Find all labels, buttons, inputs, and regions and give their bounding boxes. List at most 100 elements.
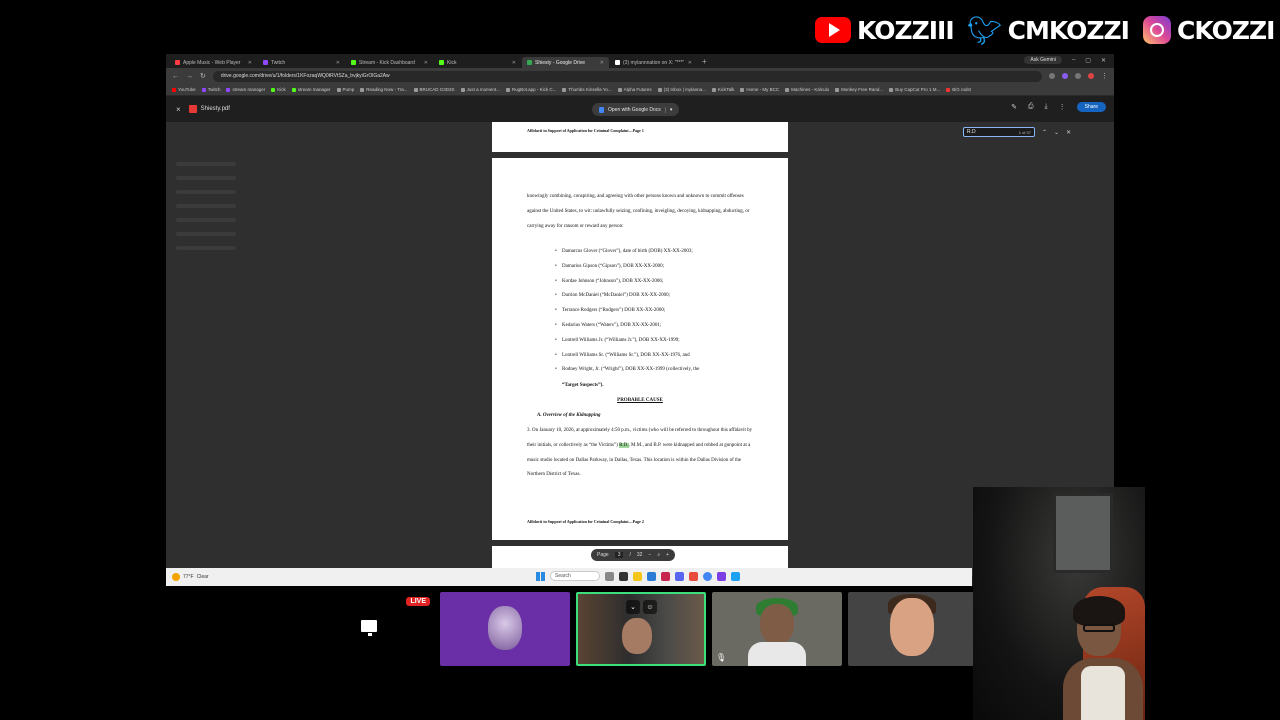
find-input[interactable]: R.D 1 of 37 [963, 127, 1035, 137]
bookmark-item[interactable]: Machines - Kalculo [785, 87, 829, 92]
tab-google-drive[interactable]: Shiesty - Google Drive ✕ [522, 57, 609, 68]
bookmark-item[interactable]: Just a moment... [460, 87, 500, 92]
app-icon[interactable] [717, 571, 726, 581]
maximize-icon[interactable]: ▢ [1085, 57, 1091, 64]
forward-icon[interactable]: → [186, 73, 193, 80]
find-next-icon[interactable]: ⌄ [1054, 129, 1059, 136]
bookmark-item[interactable]: Monkey Free Rand... [835, 87, 883, 92]
bookmark-item[interactable]: Twitch [201, 87, 220, 92]
participant-screen-share[interactable]: LIVE [304, 592, 434, 666]
extension-icon[interactable] [1075, 73, 1081, 79]
tab-bar: Apple Music - Web Player ✕ Twitch ✕ Stream… [166, 54, 1114, 68]
page-navigator: Page 3 / 32 − ⌕ + [591, 549, 676, 561]
extension-icon[interactable] [1062, 73, 1068, 79]
site-favicon [711, 87, 716, 92]
start-icon[interactable] [536, 571, 545, 581]
bookmark-item[interactable]: Buy CapCut Pro 1 M... [889, 87, 940, 92]
zoom-in-icon[interactable]: + [666, 552, 669, 558]
close-tab-icon[interactable]: ✕ [688, 60, 692, 66]
bookmark-label: Alpha Futures [623, 87, 652, 92]
more-options-icon[interactable]: ⋮ [1059, 103, 1066, 111]
close-viewer-icon[interactable]: × [176, 105, 181, 114]
tab-kick-dashboard[interactable]: Stream - Kick Dashboard ✕ [346, 57, 433, 68]
tab-twitch[interactable]: Twitch ✕ [258, 57, 345, 68]
zoom-icon[interactable]: ⌕ [657, 552, 660, 558]
participant-face [622, 618, 652, 654]
instagram-handle: CKOZZI [1176, 15, 1275, 45]
share-button[interactable]: Share [1076, 102, 1106, 112]
weather-widget[interactable]: 77°F Clear [172, 573, 209, 581]
task-view-icon[interactable] [605, 571, 614, 581]
tab-x[interactable]: (3) mylannnation on X: "***" ✕ [610, 57, 697, 68]
close-tab-icon[interactable]: ✕ [600, 60, 604, 66]
bookmark-item[interactable]: RugBot.app - Kick C... [505, 87, 556, 92]
open-with-button[interactable]: Open with Google Docs ▾ [592, 103, 680, 116]
bookmark-item[interactable]: Kick [271, 87, 286, 92]
tab-apple-music[interactable]: Apple Music - Web Player ✕ [170, 57, 257, 68]
reload-icon[interactable]: ↻ [200, 72, 206, 80]
page-number-input[interactable]: 3 [614, 552, 624, 558]
tab-kick[interactable]: Kick ✕ [434, 57, 521, 68]
participant-video[interactable]: 🎙︎ [712, 592, 842, 666]
discord-icon[interactable] [675, 571, 684, 581]
participant-video-active[interactable]: ⌄ ☺ [576, 592, 706, 666]
bookmark-item[interactable]: YouTube [172, 87, 196, 92]
new-tab-button[interactable]: + [702, 57, 707, 66]
bookmark-item[interactable]: Home - My BCC [740, 87, 779, 92]
tab-label: Apple Music - Web Player [183, 59, 241, 66]
address-bar-row: ← → ↻ drive.google.com/drive/u/1/folders… [166, 68, 1114, 84]
chevron-down-icon[interactable]: ⌄ [626, 600, 640, 614]
find-previous-icon[interactable]: ⌃ [1042, 129, 1047, 136]
bookmark-label: Machines - Kalculo [791, 87, 830, 92]
bookmark-item[interactable]: stream manager [291, 87, 331, 92]
annotate-icon[interactable]: ✎ [1011, 103, 1017, 111]
minimize-icon[interactable]: – [1072, 57, 1075, 63]
bookmark-item[interactable]: Alpha Futures [617, 87, 652, 92]
google-drive-favicon [527, 60, 532, 65]
chrome-icon[interactable] [703, 571, 712, 581]
url-input[interactable]: drive.google.com/drive/u/1/folders/1KFoz… [212, 70, 1042, 82]
participant-avatar[interactable] [440, 592, 570, 666]
close-window-icon[interactable]: ✕ [1101, 57, 1106, 64]
site-favicon [835, 87, 840, 92]
extension-icon[interactable] [1049, 73, 1055, 79]
bookmark-item[interactable]: Pump [336, 87, 354, 92]
zoom-out-icon[interactable]: − [648, 552, 651, 558]
bookmark-item[interactable]: (3) Inbox | mylanna... [657, 87, 706, 92]
close-find-icon[interactable]: ✕ [1066, 129, 1071, 136]
app-icon[interactable] [731, 571, 740, 581]
app-icon[interactable] [689, 571, 698, 581]
close-tab-icon[interactable]: ✕ [424, 60, 428, 66]
participant-video[interactable] [848, 592, 974, 666]
list-item: Rodney Wright, Jr. (“Wright”), DOB XX-XX… [555, 367, 762, 382]
streamer [1063, 596, 1143, 720]
bookmark-item[interactable]: stream manager [226, 87, 265, 92]
list-item: Lontrell Williams Jr. (“Williams Jr.”), … [555, 338, 762, 353]
bookmark-item[interactable]: KickTalk [711, 87, 734, 92]
bookmark-item[interactable]: Thumbs Kinsella Yo... [562, 87, 612, 92]
app-icon[interactable] [647, 571, 656, 581]
taskbar-search[interactable]: Search [550, 571, 600, 581]
site-favicon [460, 87, 465, 92]
bookmark-label: stream manager [232, 87, 266, 92]
browser-menu-icon[interactable]: ⋮ [1101, 72, 1108, 80]
close-tab-icon[interactable]: ✕ [248, 60, 252, 66]
chevron-down-icon[interactable]: ▾ [664, 106, 672, 113]
people-icon[interactable]: ☺ [643, 600, 657, 614]
download-icon[interactable]: ⤓ [1045, 103, 1048, 111]
app-icon[interactable] [661, 571, 670, 581]
app-icon[interactable] [619, 571, 628, 581]
file-name: Shiesty.pdf [200, 106, 230, 112]
bookmark-item[interactable]: BRUCAD G3D3S [413, 87, 455, 92]
close-tab-icon[interactable]: ✕ [512, 60, 516, 66]
back-icon[interactable]: ← [172, 73, 179, 80]
print-icon[interactable]: ⎙ [1028, 103, 1034, 111]
file-explorer-icon[interactable] [633, 571, 642, 581]
google-docs-icon [599, 106, 604, 113]
gemini-button[interactable]: Ask Gemini [1024, 56, 1062, 64]
bookmark-item[interactable]: BiG rodst [946, 87, 971, 92]
profile-avatar-icon[interactable] [1088, 73, 1094, 79]
taskbar-apps: Search [536, 571, 740, 581]
bookmark-item[interactable]: Reading Now - Tra... [360, 87, 408, 92]
close-tab-icon[interactable]: ✕ [336, 60, 340, 66]
